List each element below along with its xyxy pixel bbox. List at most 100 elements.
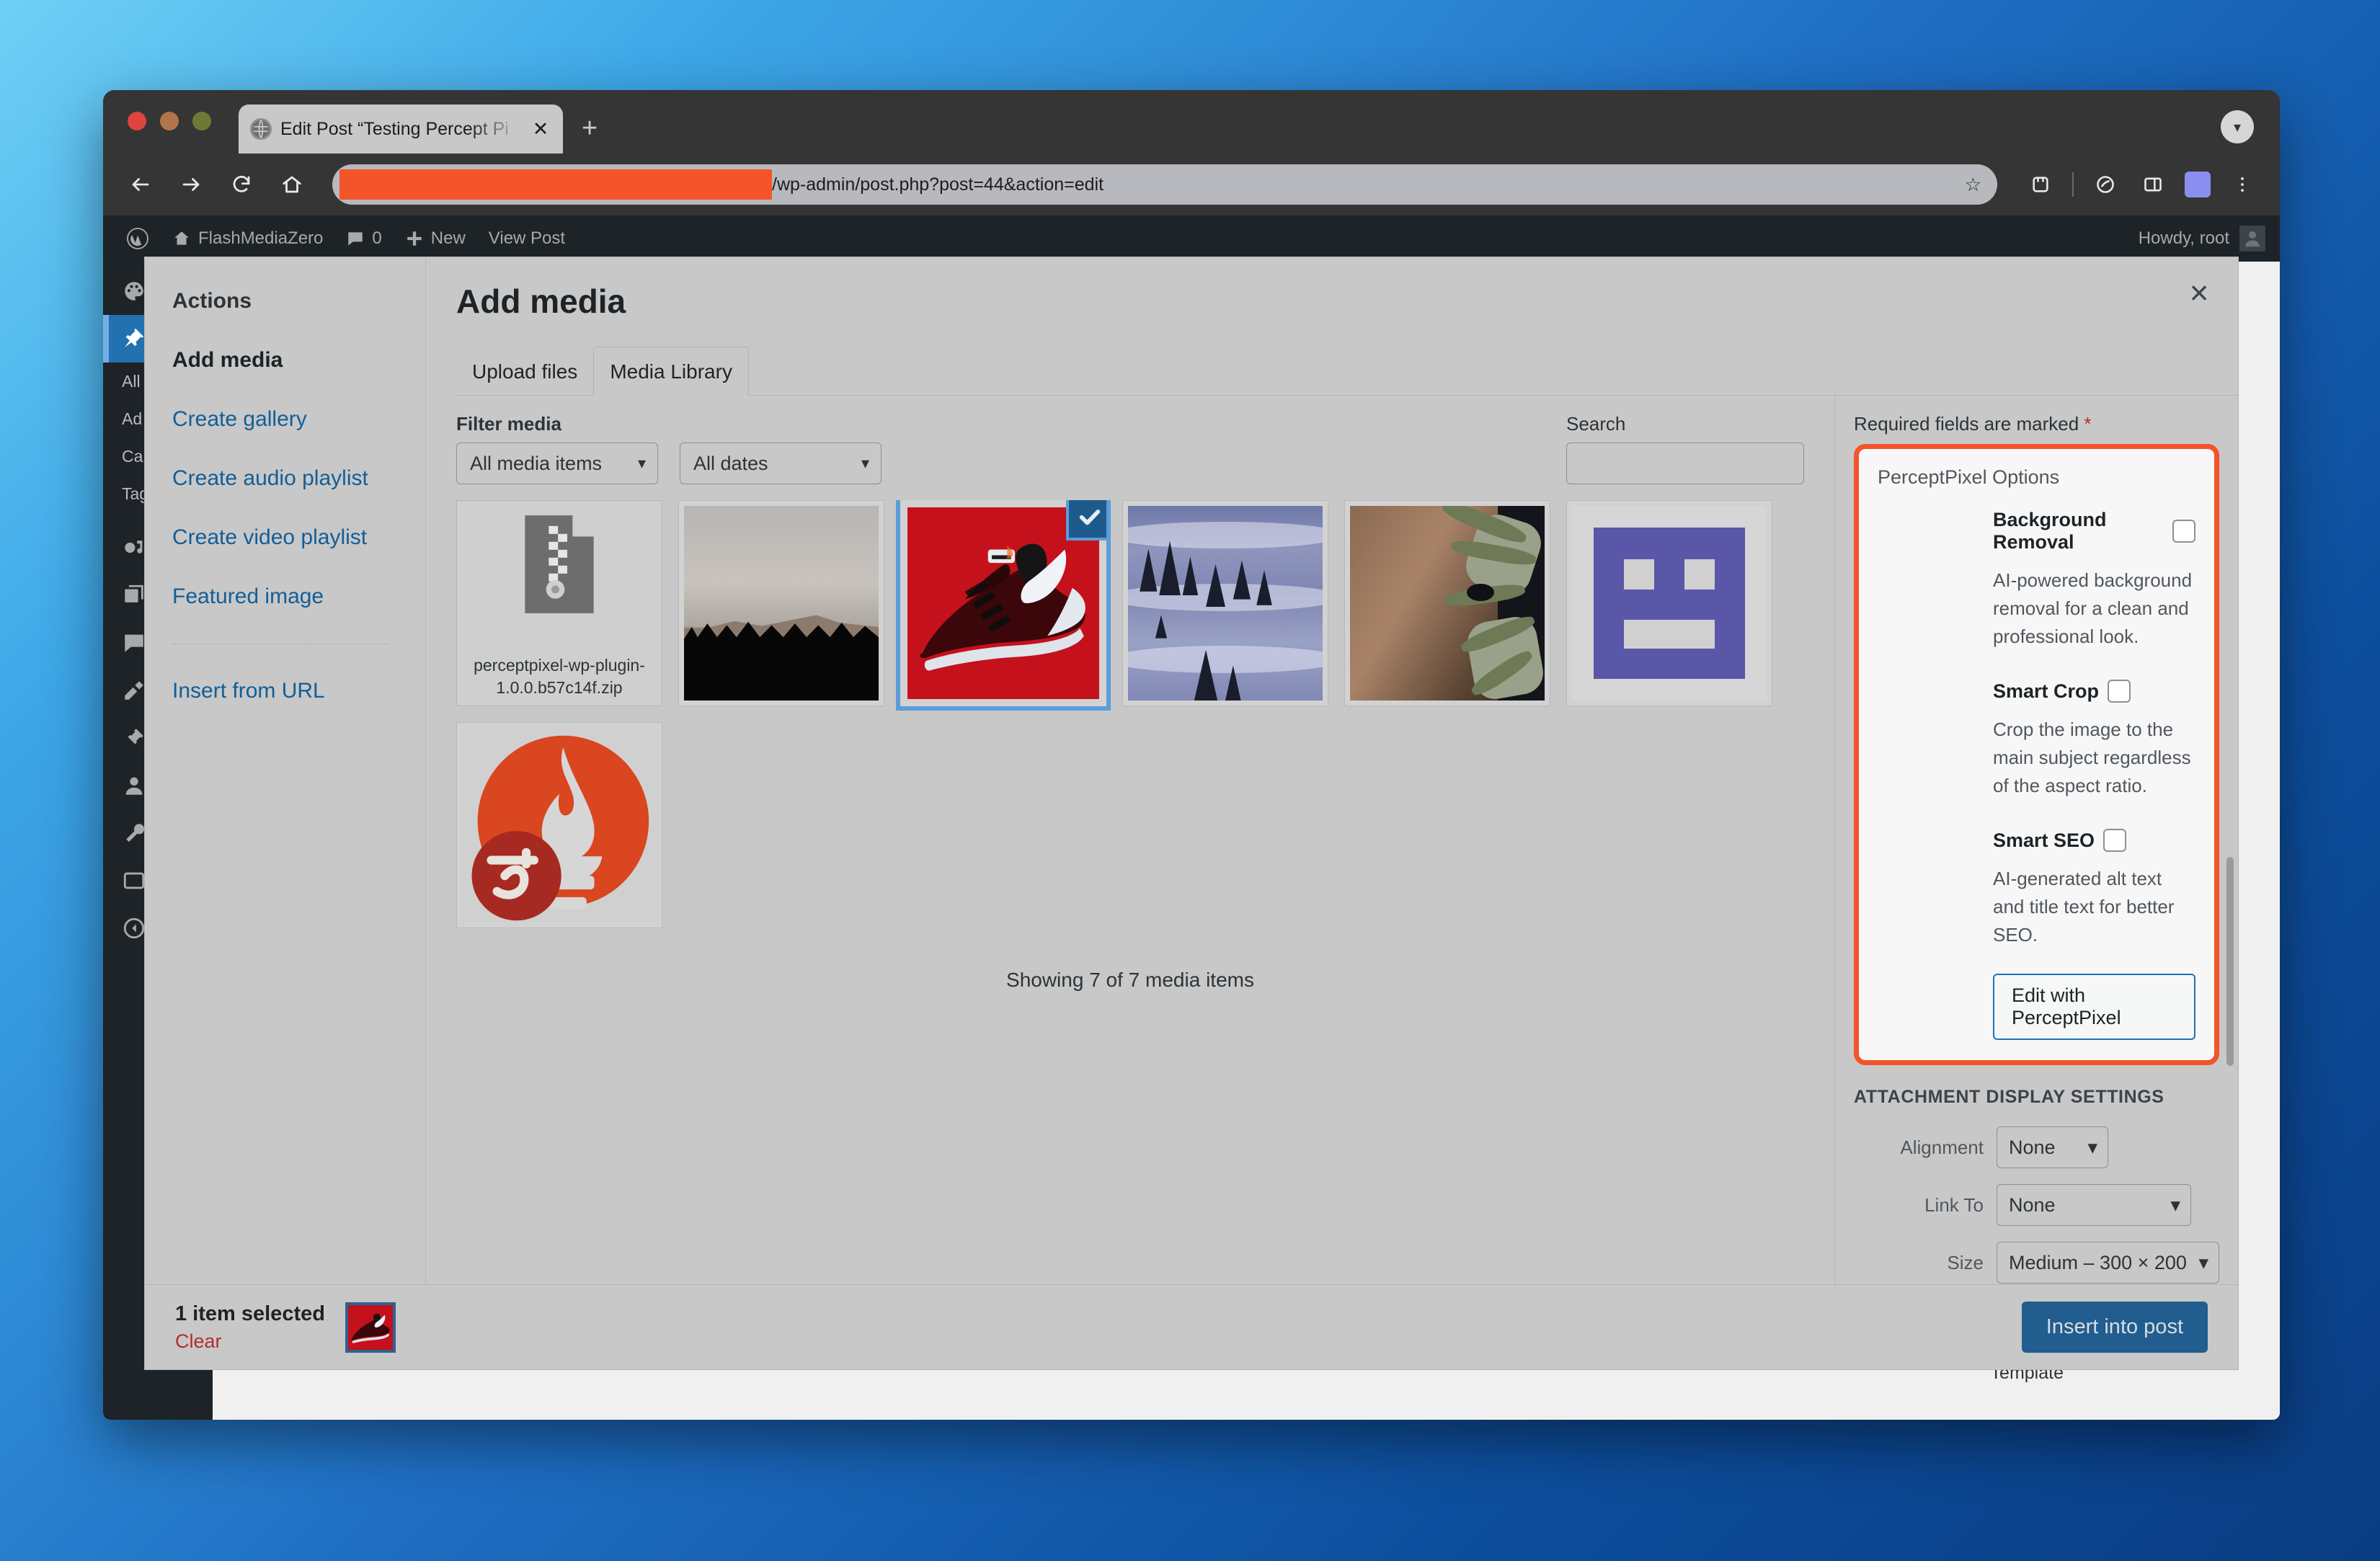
bookmark-star-icon[interactable]: ☆: [1965, 174, 1981, 196]
selected-attachment-thumbnail[interactable]: [345, 1302, 396, 1353]
link-to-select[interactable]: None ▾: [1997, 1184, 2191, 1226]
modal-main: Filter media All media items ▾ All dates: [426, 396, 2238, 1284]
selected-checkmark-icon[interactable]: [1069, 500, 1106, 538]
tab-list-chevron-icon[interactable]: ▾: [2221, 110, 2254, 143]
media-count-status: Showing 7 of 7 media items: [1006, 969, 1254, 991]
smart-seo-label: Smart SEO: [1993, 829, 2095, 851]
browser-tab[interactable]: Edit Post “Testing Percept Pi ✕: [239, 104, 563, 154]
adminbar-site-name[interactable]: FlashMediaZero: [161, 215, 334, 262]
browser-window: Edit Post “Testing Percept Pi ✕ + ▾ /wp-…: [103, 90, 2280, 1420]
attachment-item-fire-logo[interactable]: [456, 722, 662, 928]
perceptpixel-options-panel: PerceptPixel Options Background Removal …: [1854, 444, 2219, 1065]
media-date-filter-select[interactable]: All dates ▾: [680, 442, 882, 484]
wordpress-logo-icon[interactable]: [115, 215, 161, 262]
adminbar-view-post[interactable]: View Post: [477, 215, 577, 262]
modal-header: Add media Upload files Media Library: [426, 257, 2238, 396]
chevron-down-icon: ▾: [861, 454, 869, 472]
extensions-icon[interactable]: [2025, 169, 2056, 200]
modal-menu-item-add-media[interactable]: Add media: [172, 348, 425, 373]
address-bar[interactable]: /wp-admin/post.php?post=44&action=edit ☆: [332, 164, 1997, 205]
modal-menu-item-featured-image[interactable]: Featured image: [172, 584, 425, 609]
insert-into-post-button[interactable]: Insert into post: [2021, 1302, 2208, 1353]
size-value: Medium – 300 × 200: [2009, 1251, 2187, 1273]
redacted-url-block: [339, 169, 772, 200]
new-tab-button[interactable]: +: [582, 115, 598, 142]
tab-media-library[interactable]: Media Library: [593, 347, 749, 396]
attachments-browser: Filter media All media items ▾ All dates: [426, 396, 1834, 1284]
selection-count: 1 item selected: [175, 1302, 325, 1325]
size-select[interactable]: Medium – 300 × 200 ▾: [1997, 1242, 2219, 1284]
required-marker: *: [2084, 413, 2092, 435]
address-bar-url: /wp-admin/post.php?post=44&action=edit: [772, 174, 1104, 195]
link-to-value: None: [2009, 1193, 2056, 1216]
attachment-item-zip[interactable]: perceptpixel-wp-plugin-1.0.0.b57c14f.zip: [456, 500, 662, 706]
tab-upload-files[interactable]: Upload files: [456, 347, 593, 395]
side-panel-icon[interactable]: [2137, 169, 2169, 200]
modal-actions-menu: Actions Add media Create gallery Create …: [145, 257, 426, 1284]
attachments-row: [456, 722, 1804, 928]
chevron-down-icon: ▾: [2198, 1251, 2208, 1273]
toolbar-right-icons: [2025, 169, 2258, 200]
attachment-details-sidebar: Required fields are marked * PerceptPixe…: [1834, 396, 2238, 1284]
filter-media-label: Filter media: [456, 413, 561, 435]
adminbar-account[interactable]: Howdy, root: [2139, 226, 2280, 252]
search-group: Search: [1566, 413, 1804, 484]
perceptpixel-option-smart-crop: Smart Crop Crop the image to the main su…: [1878, 680, 2195, 800]
browser-toolbar: /wp-admin/post.php?post=44&action=edit ☆: [103, 154, 2280, 215]
adminbar-howdy-label: Howdy, root: [2138, 228, 2229, 248]
reload-icon[interactable]: [226, 169, 257, 200]
modal-menu-item-insert-from-url[interactable]: Insert from URL: [172, 679, 425, 703]
smart-crop-checkbox[interactable]: [2108, 680, 2131, 703]
clear-selection-button[interactable]: Clear: [175, 1330, 325, 1353]
chevron-down-icon: ▾: [2170, 1193, 2180, 1216]
modal-menu-item-create-audio-playlist[interactable]: Create audio playlist: [172, 466, 425, 491]
attachment-item-shoe[interactable]: [900, 500, 1106, 706]
maximize-window-button[interactable]: [192, 112, 211, 130]
modal-menu-item-create-gallery[interactable]: Create gallery: [172, 407, 425, 432]
modal-menu-heading: Actions: [172, 289, 252, 313]
modal-body: Actions Add media Create gallery Create …: [145, 257, 2238, 1284]
browser-menu-icon[interactable]: [2226, 169, 2258, 200]
attachment-thumbnail: [1572, 506, 1767, 701]
media-type-filter-select[interactable]: All media items ▾: [456, 442, 658, 484]
attachment-item-portrait-branch[interactable]: [1344, 500, 1550, 706]
forward-icon[interactable]: [175, 169, 207, 200]
back-icon[interactable]: [125, 169, 156, 200]
chevron-down-icon: ▾: [637, 454, 646, 472]
background-removal-checkbox[interactable]: [2172, 520, 2195, 543]
smart-seo-checkbox[interactable]: [2103, 829, 2127, 852]
home-icon[interactable]: [276, 169, 308, 200]
link-to-row: Link To None ▾: [1854, 1184, 2219, 1226]
attachment-item-avatar-placeholder[interactable]: [1566, 500, 1772, 706]
attachments-row: perceptpixel-wp-plugin-1.0.0.b57c14f.zip: [456, 500, 1804, 706]
globe-favicon-icon: [250, 118, 272, 140]
profile-avatar[interactable]: [2185, 172, 2211, 197]
attachment-item-landscape-dark[interactable]: [678, 500, 884, 706]
sidebar-scrollbar[interactable]: [2226, 857, 2234, 1066]
toolbar-divider: [2072, 172, 2074, 197]
option-head: Background Removal: [1993, 509, 2195, 553]
attachment-item-snow-forest[interactable]: [1122, 500, 1328, 706]
add-media-modal: × Actions Add media Create gallery Creat…: [145, 257, 2238, 1369]
filter-bar: Filter media All media items ▾ All dates: [426, 396, 1834, 500]
chevron-down-icon: ▾: [2087, 1136, 2097, 1158]
adminbar-comment-count: 0: [372, 228, 382, 248]
alignment-select[interactable]: None ▾: [1997, 1126, 2108, 1168]
shield-icon[interactable]: [2090, 169, 2121, 200]
filter-media-group: Filter media All media items ▾ All dates: [456, 413, 882, 484]
smart-crop-description: Crop the image to the main subject regar…: [1993, 719, 2191, 796]
modal-menu-item-create-video-playlist[interactable]: Create video playlist: [172, 525, 425, 550]
close-tab-icon[interactable]: ✕: [530, 119, 551, 139]
adminbar-new[interactable]: New: [394, 215, 477, 262]
close-modal-icon[interactable]: ×: [2179, 276, 2219, 316]
edit-with-perceptpixel-button[interactable]: Edit with PerceptPixel: [1993, 974, 2195, 1040]
attachment-thumbnail: [1350, 506, 1545, 701]
close-window-button[interactable]: [128, 112, 146, 130]
search-input[interactable]: [1566, 442, 1804, 484]
minimize-window-button[interactable]: [160, 112, 179, 130]
perceptpixel-option-smart-seo: Smart SEO AI-generated alt text and titl…: [1878, 829, 2195, 949]
adminbar-comments[interactable]: 0: [334, 215, 393, 262]
smart-seo-description: AI-generated alt text and title text for…: [1993, 868, 2175, 946]
option-head: Smart Crop: [1993, 680, 2195, 703]
size-row: Size Medium – 300 × 200 ▾: [1854, 1242, 2219, 1284]
